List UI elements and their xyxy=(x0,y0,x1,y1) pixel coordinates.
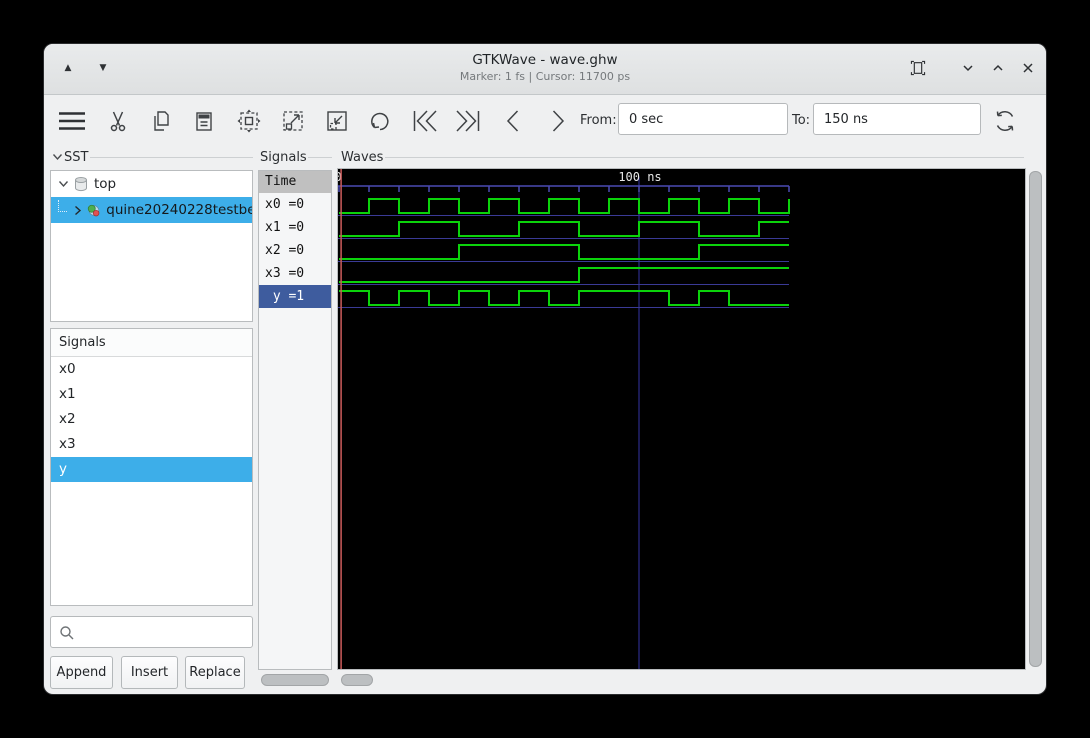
previous-edge-button[interactable] xyxy=(499,107,527,135)
close-button[interactable] xyxy=(1018,58,1038,78)
waveform-canvas[interactable]: 0 100 ns xyxy=(335,169,1025,669)
append-button[interactable]: Append xyxy=(50,656,113,689)
zoom-fit-icon xyxy=(237,109,261,133)
sst-tree: top quine20240228testbenc xyxy=(50,170,253,322)
replace-button[interactable]: Replace xyxy=(185,656,245,689)
tree-item-testbench[interactable]: quine20240228testbenc xyxy=(51,197,252,223)
menu-button[interactable] xyxy=(56,107,88,135)
gtkwave-window: ▲ ▼ GTKWave - wave.ghw Marker: 1 fs | Cu… xyxy=(44,44,1046,694)
wave-x2 xyxy=(339,244,789,260)
zoom-out-icon xyxy=(327,111,347,131)
copy-button[interactable] xyxy=(147,107,175,135)
collapse-chevron-icon xyxy=(52,154,63,161)
wave-y xyxy=(339,290,789,306)
go-to-end-button[interactable] xyxy=(453,107,485,135)
signal-list-item-x2[interactable]: x2 xyxy=(51,407,252,432)
value-row[interactable]: x1 =0 xyxy=(259,216,331,239)
signal-list-item-x1[interactable]: x1 xyxy=(51,382,252,407)
database-cylinder-icon xyxy=(75,177,87,192)
go-to-start-button[interactable] xyxy=(408,107,440,135)
from-label: From: xyxy=(580,113,617,128)
zoom-in-icon xyxy=(283,111,303,131)
expander-closed-icon xyxy=(72,205,84,216)
chevron-up-icon xyxy=(993,64,1003,71)
wave-display[interactable]: 0 100 ns xyxy=(335,168,1026,670)
zoom-fit-button[interactable] xyxy=(235,107,263,135)
svg-text:100 ns: 100 ns xyxy=(618,170,661,184)
hamburger-icon xyxy=(59,112,85,130)
signal-search[interactable] xyxy=(50,616,253,648)
chevron-right-icon xyxy=(552,110,565,132)
window-title: GTKWave - wave.ghw xyxy=(472,52,618,68)
fullscreen-button[interactable] xyxy=(908,58,928,78)
tree-item-top[interactable]: top xyxy=(51,171,252,197)
undo-button[interactable] xyxy=(366,107,394,135)
value-row[interactable]: x2 =0 xyxy=(259,239,331,262)
waves-frame-label: Waves xyxy=(341,150,384,165)
scissors-icon xyxy=(110,111,126,132)
search-icon xyxy=(60,626,74,640)
to-input[interactable] xyxy=(813,103,981,135)
waves-frame-line xyxy=(385,157,1024,158)
maximize-button[interactable] xyxy=(988,58,1008,78)
chevron-left-icon xyxy=(506,110,519,132)
from-input[interactable] xyxy=(618,103,788,135)
desktop: ▲ ▼ GTKWave - wave.ghw Marker: 1 fs | Cu… xyxy=(0,0,1090,738)
expander-open-icon xyxy=(56,180,70,188)
close-icon xyxy=(1023,63,1033,73)
value-row[interactable]: y =1 xyxy=(259,285,331,308)
clipboard-icon xyxy=(196,112,212,131)
chevron-down-icon xyxy=(963,65,973,72)
signal-list-item-x0[interactable]: x0 xyxy=(51,357,252,382)
to-label: To: xyxy=(792,113,811,128)
waves-hscroll-thumb[interactable] xyxy=(341,674,373,686)
values-hscroll-thumb[interactable] xyxy=(261,674,329,686)
wave-x0 xyxy=(339,198,790,214)
tree-item-label: top xyxy=(94,176,117,192)
tree-item-label: quine20240228testbenc xyxy=(106,202,252,218)
tree-connector xyxy=(58,200,67,212)
wave-x3 xyxy=(339,267,789,283)
window-status: Marker: 1 fs | Cursor: 11700 ps xyxy=(459,70,631,83)
values-rows: x0 =0 x1 =0 x2 =0 x3 =0 y =1 xyxy=(259,193,331,308)
sst-frame-line xyxy=(90,157,253,158)
time-header[interactable]: Time xyxy=(259,171,331,193)
value-row[interactable]: x0 =0 xyxy=(259,193,331,216)
paste-button[interactable] xyxy=(190,107,218,135)
values-hscrollbar[interactable] xyxy=(258,673,332,686)
fullscreen-icon xyxy=(910,60,926,76)
values-panel: Time x0 =0 x1 =0 x2 =0 x3 =0 y =1 xyxy=(258,170,332,670)
skip-to-end-icon xyxy=(456,110,480,132)
values-frame-line xyxy=(308,157,332,158)
reload-button[interactable] xyxy=(991,107,1019,135)
waves-hscrollbar[interactable] xyxy=(337,673,1024,686)
signal-list-panel: Signals x0 x1 x2 x3 y xyxy=(50,328,253,606)
toolbar: From: To: xyxy=(44,94,1046,148)
module-icon xyxy=(88,204,100,216)
signal-list-header[interactable]: Signals xyxy=(51,329,252,357)
values-frame-label: Signals xyxy=(260,150,307,165)
value-row[interactable]: x3 =0 xyxy=(259,262,331,285)
waves-vscrollbar[interactable] xyxy=(1028,170,1042,667)
skip-to-start-icon xyxy=(413,110,437,132)
signal-list-item-x3[interactable]: x3 xyxy=(51,432,252,457)
sst-frame-label: SST xyxy=(52,150,88,165)
signal-list-item-y[interactable]: y xyxy=(51,457,252,482)
cut-button[interactable] xyxy=(104,107,132,135)
next-edge-button[interactable] xyxy=(544,107,572,135)
insert-button[interactable]: Insert xyxy=(121,656,178,689)
copy-icon xyxy=(154,111,169,131)
signal-list-rows: x0 x1 x2 x3 y xyxy=(51,357,252,482)
minimize-button[interactable] xyxy=(958,58,978,78)
reload-icon xyxy=(996,111,1014,131)
titlebar[interactable]: ▲ ▼ GTKWave - wave.ghw Marker: 1 fs | Cu… xyxy=(44,44,1046,95)
waves-vscroll-thumb[interactable] xyxy=(1029,171,1042,667)
wave-x1 xyxy=(339,221,789,237)
zoom-out-button[interactable] xyxy=(323,107,351,135)
zoom-in-button[interactable] xyxy=(279,107,307,135)
undo-icon xyxy=(371,112,389,131)
search-input[interactable] xyxy=(79,620,248,646)
